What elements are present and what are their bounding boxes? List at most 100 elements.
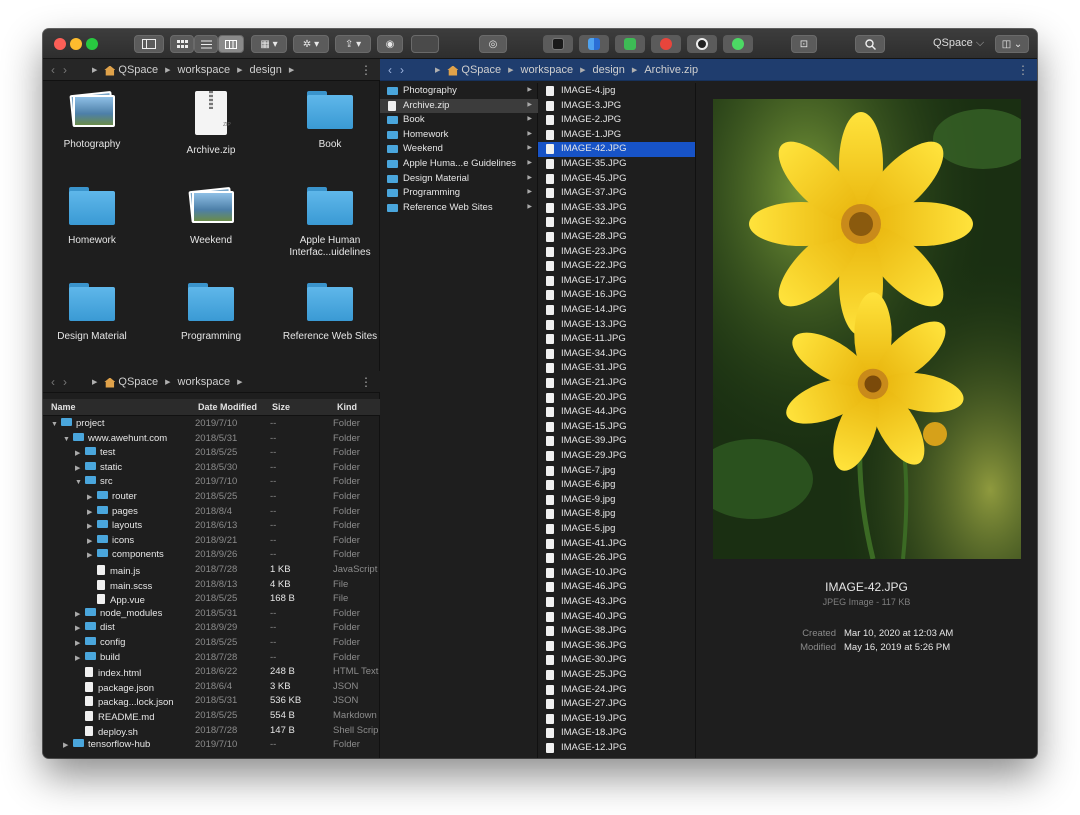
file-list-item[interactable]: IMAGE-19.JPG (538, 712, 695, 727)
list-view-icon[interactable] (194, 35, 218, 53)
file-list-item[interactable]: IMAGE-21.JPG (538, 376, 695, 391)
table-row[interactable]: ▼ www.awehunt.com 2018/5/31 -- Folder (43, 432, 380, 447)
column-item[interactable]: Apple Huma...e Guidelines ▶ (380, 157, 538, 172)
table-row[interactable]: ▶ build 2018/7/28 -- Folder (43, 651, 380, 666)
file-list-item[interactable]: IMAGE-44.JPG (538, 405, 695, 420)
table-row[interactable]: packag...lock.json 2018/5/31 536 KB JSON (43, 694, 380, 709)
grid-item[interactable]: Book (275, 91, 385, 151)
grid-item[interactable]: Homework (43, 187, 147, 247)
file-list-item[interactable]: IMAGE-38.JPG (538, 624, 695, 639)
disclosure-icon[interactable]: ▶ (75, 654, 85, 662)
minimize-window-button[interactable] (70, 38, 82, 50)
grid-item[interactable]: Design Material (43, 283, 147, 343)
table-row[interactable]: ▶ pages 2018/8/4 -- Folder (43, 505, 380, 520)
table-row[interactable]: ▶ dist 2018/9/29 -- Folder (43, 621, 380, 636)
file-list-item[interactable]: IMAGE-40.JPG (538, 610, 695, 625)
file-list-item[interactable]: IMAGE-25.JPG (538, 668, 695, 683)
file-list-item[interactable]: IMAGE-29.JPG (538, 449, 695, 464)
column-header-size[interactable]: Size (272, 402, 290, 412)
disclosure-icon[interactable]: ▶ (63, 741, 73, 749)
file-list-item[interactable]: IMAGE-34.JPG (538, 347, 695, 362)
column-item[interactable]: Archive.zip ▶ (380, 98, 538, 114)
file-list-item[interactable]: IMAGE-7.jpg (538, 464, 695, 479)
close-window-button[interactable] (54, 38, 66, 50)
disclosure-icon[interactable]: ▼ (63, 436, 73, 443)
file-list-item[interactable]: IMAGE-35.JPG (538, 157, 695, 172)
disclosure-icon[interactable]: ▶ (87, 508, 97, 516)
file-list-item[interactable]: IMAGE-22.JPG (538, 259, 695, 274)
more-icon[interactable]: ⋮ (360, 375, 372, 389)
table-row[interactable]: ▶ layouts 2018/6/13 -- Folder (43, 519, 380, 534)
file-list-item[interactable]: IMAGE-27.JPG (538, 697, 695, 712)
column-item[interactable]: Programming ▶ (380, 186, 538, 201)
table-row[interactable]: main.scss 2018/8/13 4 KB File (43, 578, 380, 593)
grid-item[interactable]: Photography (43, 90, 147, 151)
file-list-item[interactable]: IMAGE-4.jpg (538, 84, 695, 99)
file-list-item[interactable]: IMAGE-20.JPG (538, 391, 695, 406)
file-list-item[interactable]: IMAGE-8.jpg (538, 507, 695, 522)
table-row[interactable]: ▶ static 2018/5/30 -- Folder (43, 461, 380, 476)
breadcrumb-item[interactable]: workspace (178, 64, 231, 76)
breadcrumb-item[interactable]: QSpace (118, 64, 158, 76)
column-item[interactable]: Homework ▶ (380, 128, 538, 143)
disclosure-icon[interactable]: ▶ (75, 610, 85, 618)
workspace-menu[interactable]: QSpace ⌵ (933, 37, 984, 50)
disclosure-icon[interactable]: ▶ (87, 493, 97, 501)
file-list-item[interactable]: IMAGE-41.JPG (538, 537, 695, 552)
breadcrumb-item[interactable]: QSpace (461, 64, 501, 76)
back-forward-icon[interactable]: ‹› (51, 63, 75, 77)
file-list-item[interactable]: IMAGE-12.JPG (538, 741, 695, 756)
file-list-item[interactable]: IMAGE-24.JPG (538, 683, 695, 698)
column-item[interactable]: Weekend ▶ (380, 142, 538, 157)
file-list-item[interactable]: IMAGE-9.jpg (538, 493, 695, 508)
file-list-item[interactable]: IMAGE-33.JPG (538, 201, 695, 216)
group-by-icon[interactable]: ▦ ▾ (251, 35, 287, 53)
table-row[interactable]: deploy.sh 2018/7/28 147 B Shell Scrip (43, 724, 380, 739)
disclosure-icon[interactable]: ▶ (75, 464, 85, 472)
more-icon[interactable]: ⋮ (360, 63, 372, 77)
file-list-item[interactable]: IMAGE-6.jpg (538, 478, 695, 493)
file-list-item[interactable]: IMAGE-10.JPG (538, 566, 695, 581)
table-row[interactable]: ▶ components 2018/9/26 -- Folder (43, 548, 380, 563)
file-list-item[interactable]: IMAGE-37.JPG (538, 186, 695, 201)
file-list-item[interactable]: IMAGE-43.JPG (538, 595, 695, 610)
disclosure-icon[interactable]: ▶ (75, 449, 85, 457)
file-list-item[interactable]: IMAGE-15.JPG (538, 420, 695, 435)
more-icon[interactable]: ⋮ (1017, 63, 1029, 77)
file-list-item[interactable]: IMAGE-2.JPG (538, 113, 695, 128)
qq-app-icon[interactable] (687, 35, 717, 53)
file-list-item[interactable]: IMAGE-39.JPG (538, 434, 695, 449)
file-list-item[interactable]: IMAGE-17.JPG (538, 274, 695, 289)
new-tab-icon[interactable]: ⊡ (791, 35, 817, 53)
grid-item[interactable]: Archive.zip (156, 91, 266, 157)
gear-icon[interactable]: ✲ ▾ (293, 35, 329, 53)
table-row[interactable]: ▶ config 2018/5/25 -- Folder (43, 636, 380, 651)
disclosure-icon[interactable]: ▶ (87, 537, 97, 545)
column-view-icon[interactable] (218, 35, 244, 53)
disclosure-icon[interactable]: ▶ (87, 522, 97, 530)
file-list-item[interactable]: IMAGE-31.JPG (538, 361, 695, 376)
grid-item[interactable]: Reference Web Sites (275, 283, 385, 343)
file-list-item[interactable]: IMAGE-23.JPG (538, 245, 695, 260)
file-list-item[interactable]: IMAGE-14.JPG (538, 303, 695, 318)
disclosure-icon[interactable]: ▼ (75, 479, 85, 486)
column-item[interactable]: Reference Web Sites ▶ (380, 201, 538, 216)
layout-icon[interactable]: ◫ ⌄ (995, 35, 1029, 53)
file-list-item[interactable]: IMAGE-32.JPG (538, 215, 695, 230)
file-list-item[interactable]: IMAGE-16.JPG (538, 288, 695, 303)
file-list-item[interactable]: IMAGE-18.JPG (538, 726, 695, 741)
file-list-item[interactable]: IMAGE-45.JPG (538, 172, 695, 187)
back-forward-icon[interactable]: ‹› (51, 375, 75, 389)
terminal-app-icon[interactable] (543, 35, 573, 53)
grid-item[interactable]: Programming (156, 283, 266, 343)
table-row[interactable]: main.js 2018/7/28 1 KB JavaScript (43, 563, 380, 578)
breadcrumb-item[interactable]: design (250, 64, 282, 76)
target-app-icon[interactable] (651, 35, 681, 53)
share-icon[interactable]: ⇪ ▾ (335, 35, 371, 53)
file-list-item[interactable]: IMAGE-42.JPG (538, 142, 695, 157)
file-list-item[interactable]: IMAGE-1.JPG (538, 128, 695, 143)
file-list-item[interactable]: IMAGE-3.JPG (538, 99, 695, 114)
table-row[interactable]: ▶ router 2018/5/25 -- Folder (43, 490, 380, 505)
column-header-date[interactable]: Date Modified (198, 402, 257, 412)
grid-item[interactable]: Weekend (156, 186, 266, 247)
